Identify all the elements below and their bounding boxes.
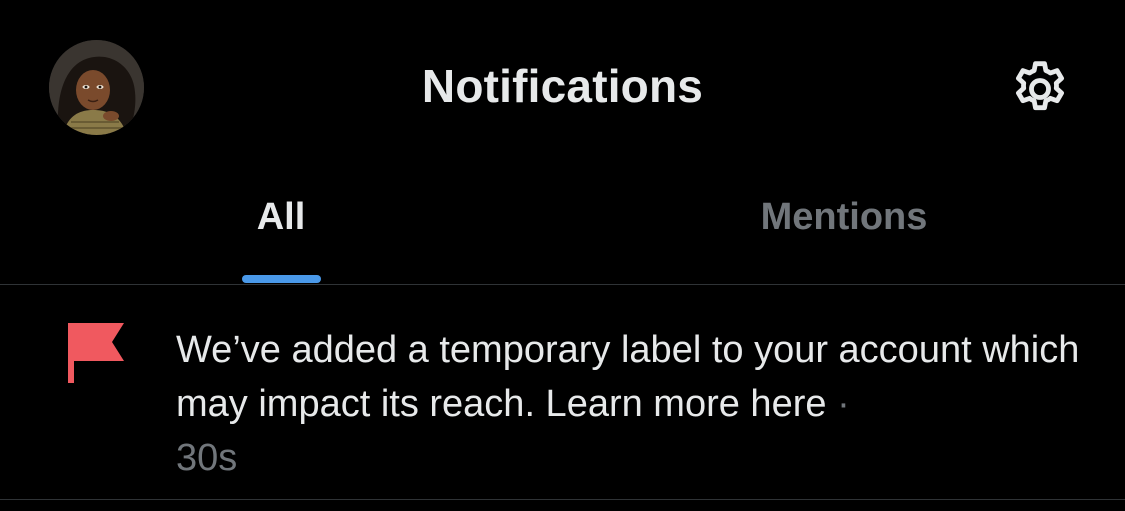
tab-all-label: All	[256, 196, 306, 238]
notification-message: We’ve added a temporary label to your ac…	[176, 329, 1080, 425]
notification-timestamp: 30s	[176, 437, 238, 479]
tab-mentions-label: Mentions	[760, 196, 928, 238]
divider	[0, 499, 1125, 500]
tab-bar: All Mentions	[0, 170, 1125, 284]
flag-icon	[68, 323, 124, 383]
notification-item[interactable]: We’ve added a temporary label to your ac…	[0, 285, 1125, 499]
page-title: Notifications	[421, 60, 704, 112]
settings-button[interactable]	[1006, 55, 1074, 123]
tab-all[interactable]: All	[0, 170, 562, 284]
top-bar: Notifications	[0, 0, 1125, 170]
notification-text: We’ve added a temporary label to your ac…	[176, 323, 1096, 485]
notification-separator: ·	[837, 383, 850, 425]
tab-mentions[interactable]: Mentions	[563, 170, 1125, 284]
active-tab-indicator	[242, 275, 321, 283]
gear-icon	[1016, 61, 1064, 111]
